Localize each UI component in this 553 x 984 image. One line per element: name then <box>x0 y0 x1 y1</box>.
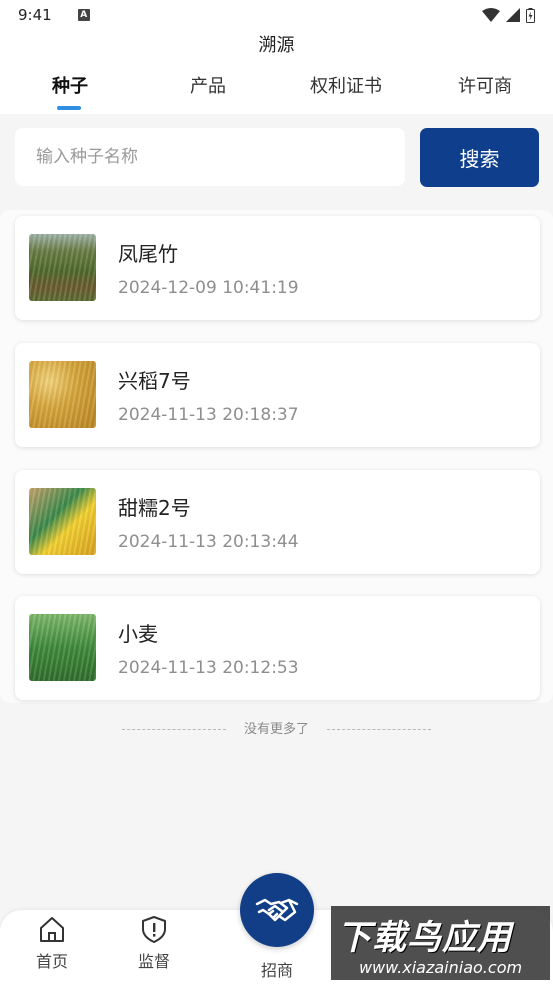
nav-supervise[interactable]: 监督 <box>119 914 189 972</box>
item-time: 2024-12-09 10:41:19 <box>118 278 299 298</box>
item-time: 2024-11-13 20:18:37 <box>118 405 299 425</box>
home-icon <box>40 917 64 942</box>
watermark-main-text: 下载鸟应用 <box>337 918 512 958</box>
item-name: 凤尾竹 <box>118 242 178 266</box>
tab-rights-certificates[interactable]: 权利证书 <box>310 72 382 102</box>
list-item[interactable]: 甜糯2号 2024-11-13 20:13:44 <box>15 470 540 574</box>
active-tab-indicator <box>57 106 81 110</box>
item-name: 甜糯2号 <box>118 496 191 520</box>
wifi-icon <box>482 8 500 22</box>
status-time: 9:41 <box>18 6 52 24</box>
bamboo-field-photo-icon <box>29 234 96 301</box>
merchant-label: 招商 <box>260 961 293 980</box>
item-name: 兴稻7号 <box>118 369 191 393</box>
list-item[interactable]: 凤尾竹 2024-12-09 10:41:19 <box>15 216 540 320</box>
rice-grain-photo-icon <box>29 361 96 428</box>
divider <box>327 729 431 730</box>
nav-home[interactable]: 首页 <box>17 914 87 972</box>
item-name: 小麦 <box>118 622 158 646</box>
status-icons <box>482 7 535 23</box>
page-title: 溯源 <box>258 35 295 56</box>
corn-seed-packet-photo-icon <box>29 488 96 555</box>
no-more-text: 没有更多了 <box>243 722 309 737</box>
item-time: 2024-11-13 20:12:53 <box>118 658 299 678</box>
header: 溯源 种子 产品 权利证书 许可商 <box>0 30 553 114</box>
tab-bar: 种子 产品 权利证书 许可商 <box>0 72 553 114</box>
tab-seeds[interactable]: 种子 <box>52 72 88 102</box>
tab-products[interactable]: 产品 <box>190 72 226 102</box>
list-item[interactable]: 兴稻7号 2024-11-13 20:18:37 <box>15 343 540 447</box>
watermark: 下载鸟应用 www.xiazainiao.com <box>331 906 550 980</box>
status-bar: 9:41 A <box>0 0 553 30</box>
search-button[interactable]: 搜索 <box>420 128 539 187</box>
list-end-notice: 没有更多了 <box>0 718 553 742</box>
signal-icon <box>506 8 520 22</box>
shield-alert-icon <box>142 916 166 943</box>
watermark-url-text: www.xiazainiao.com <box>358 958 523 977</box>
handshake-icon <box>255 898 299 922</box>
tab-licensees[interactable]: 许可商 <box>458 72 512 102</box>
wheat-field-photo-icon <box>29 614 96 681</box>
merchant-button[interactable] <box>240 873 314 947</box>
notification-a-icon: A <box>77 9 90 21</box>
item-time: 2024-11-13 20:13:44 <box>118 532 299 552</box>
nav-supervise-label: 监督 <box>137 952 170 971</box>
search-input[interactable] <box>15 128 405 186</box>
battery-icon <box>526 7 535 23</box>
divider <box>121 729 226 730</box>
list-item[interactable]: 小麦 2024-11-13 20:12:53 <box>15 596 540 700</box>
nav-home-label: 首页 <box>35 952 68 971</box>
seed-list: 凤尾竹 2024-12-09 10:41:19 兴稻7号 2024-11-13 … <box>0 210 553 703</box>
